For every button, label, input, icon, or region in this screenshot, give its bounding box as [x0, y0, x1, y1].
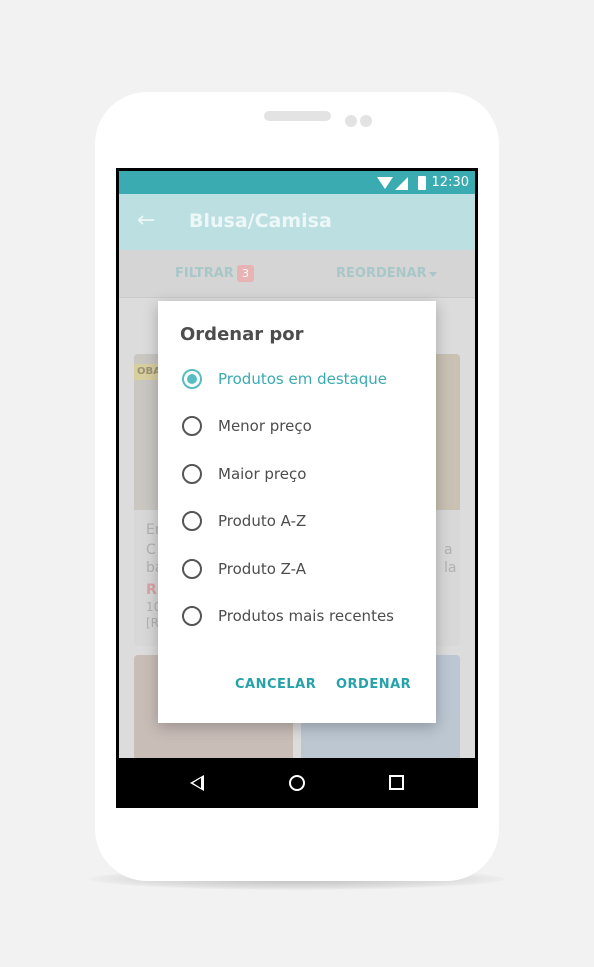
filter-bar: FILTRAR 3 REORDENAR [119, 250, 475, 298]
sort-option-lowest-price[interactable]: Menor preço [180, 412, 420, 444]
product-name-fragment: a [444, 542, 453, 558]
radio-button[interactable] [182, 606, 202, 626]
radio-button[interactable] [182, 511, 202, 531]
radio-button[interactable] [182, 464, 202, 484]
sort-option-label: Produto A-Z [218, 512, 307, 530]
filter-button[interactable]: FILTRAR [175, 266, 234, 281]
radio-button-checked[interactable] [182, 369, 202, 389]
page-title: Blusa/Camisa [189, 210, 332, 232]
sort-option-label: Maior preço [218, 465, 307, 483]
reorder-button[interactable]: REORDENAR [336, 266, 427, 281]
arrow-back-icon[interactable]: ← [137, 210, 155, 232]
confirm-sort-button[interactable]: ORDENAR [336, 677, 411, 692]
sort-dialog: Ordenar por Produtos em destaque Menor p… [158, 301, 436, 723]
phone-camera-dot [345, 115, 357, 127]
sort-option-label: Produtos em destaque [218, 370, 387, 388]
phone-speaker [264, 111, 331, 121]
app-toolbar: ← Blusa/Camisa [119, 194, 475, 250]
wifi-icon [377, 177, 393, 189]
sort-option-label: Produto Z-A [218, 560, 307, 578]
cell-signal-icon [395, 177, 408, 190]
status-time: 12:30 [431, 175, 469, 190]
phone-sensor-dot [360, 115, 372, 127]
chevron-down-icon [429, 272, 437, 277]
sort-option-featured[interactable]: Produtos em destaque [180, 365, 420, 397]
sort-option-newest[interactable]: Produtos mais recentes [180, 602, 420, 634]
system-nav-bar [116, 758, 478, 808]
product-name-fragment: la [444, 560, 457, 576]
nav-recents-icon[interactable] [389, 775, 404, 790]
product-price-fragment: R [146, 582, 157, 598]
nav-back-icon[interactable] [190, 775, 204, 791]
sort-option-z-a[interactable]: Produto Z-A [180, 555, 420, 587]
sort-option-highest-price[interactable]: Maior preço [180, 460, 420, 492]
sort-option-label: Produtos mais recentes [218, 607, 394, 625]
dialog-title: Ordenar por [180, 324, 304, 345]
product-name-fragment: C [146, 542, 156, 558]
sort-option-label: Menor preço [218, 417, 312, 435]
status-bar: 12:30 [119, 171, 475, 194]
promo-badge: OBA [134, 364, 161, 380]
filter-count-badge: 3 [237, 265, 254, 282]
radio-button[interactable] [182, 416, 202, 436]
cancel-button[interactable]: CANCELAR [235, 677, 316, 692]
nav-home-icon[interactable] [289, 775, 305, 791]
radio-button[interactable] [182, 559, 202, 579]
sort-option-a-z[interactable]: Produto A-Z [180, 507, 420, 539]
battery-icon [418, 176, 426, 190]
